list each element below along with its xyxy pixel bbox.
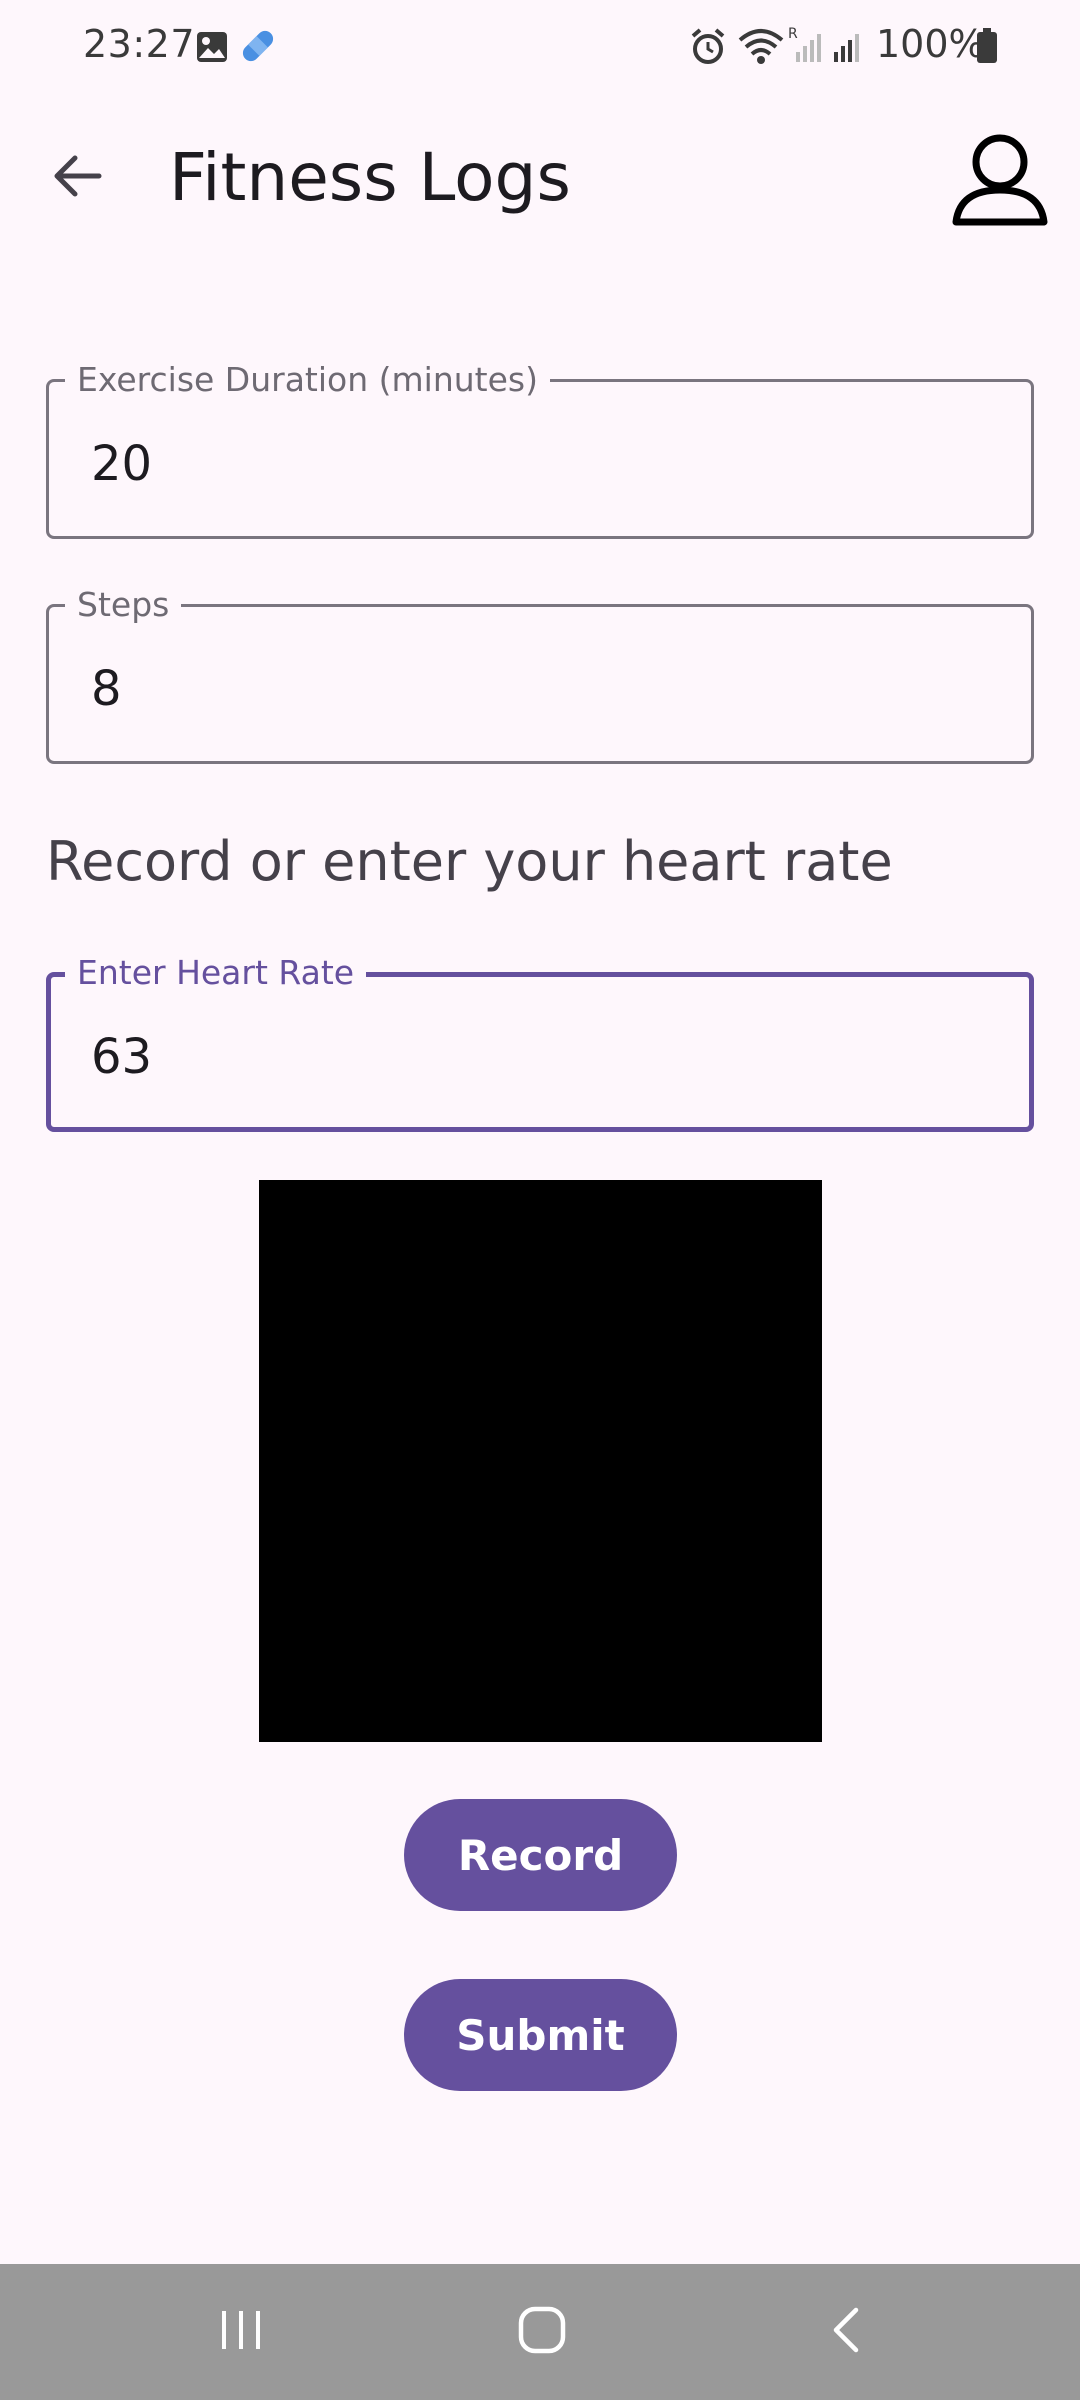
exercise-duration-field[interactable]: Exercise Duration (minutes) 20 [46, 360, 1034, 539]
back-button[interactable] [40, 142, 112, 214]
recent-apps-button[interactable] [141, 2264, 341, 2400]
system-nav-bar [0, 2264, 1080, 2400]
person-icon [950, 134, 1050, 236]
steps-label: Steps [65, 585, 182, 625]
status-bar: 23:27 R 100% [0, 0, 1080, 92]
battery-percentage: 100% [876, 22, 985, 66]
steps-value: 8 [91, 661, 122, 717]
steps-field[interactable]: Steps 8 [46, 585, 1034, 764]
arrow-back-icon [49, 152, 103, 204]
home-button[interactable] [442, 2264, 642, 2400]
submit-button[interactable]: Submit [404, 1979, 677, 2091]
heart-rate-field[interactable]: Enter Heart Rate 63 [46, 953, 1034, 1132]
bandage-icon [236, 24, 280, 72]
page-title: Fitness Logs [169, 139, 571, 216]
exercise-duration-label: Exercise Duration (minutes) [65, 360, 550, 400]
alarm-icon [690, 28, 726, 70]
heart-rate-label: Enter Heart Rate [65, 953, 367, 993]
gallery-icon [195, 30, 229, 68]
battery-icon [976, 28, 998, 68]
profile-button[interactable] [950, 132, 1050, 232]
heart-rate-prompt: Record or enter your heart rate [46, 830, 893, 893]
status-time: 23:27 [83, 22, 196, 66]
heart-rate-value: 63 [91, 1029, 153, 1085]
record-button[interactable]: Record [404, 1799, 677, 1911]
exercise-duration-value: 20 [91, 436, 153, 492]
wifi-icon [736, 26, 786, 70]
back-icon [826, 2304, 866, 2360]
home-icon [516, 2304, 568, 2360]
system-back-button[interactable] [746, 2264, 946, 2400]
signal-icon [830, 24, 866, 70]
roaming-signal-icon: R [788, 24, 824, 70]
svg-text:R: R [788, 26, 798, 42]
camera-preview [259, 1180, 822, 1742]
recent-apps-icon [216, 2305, 266, 2359]
